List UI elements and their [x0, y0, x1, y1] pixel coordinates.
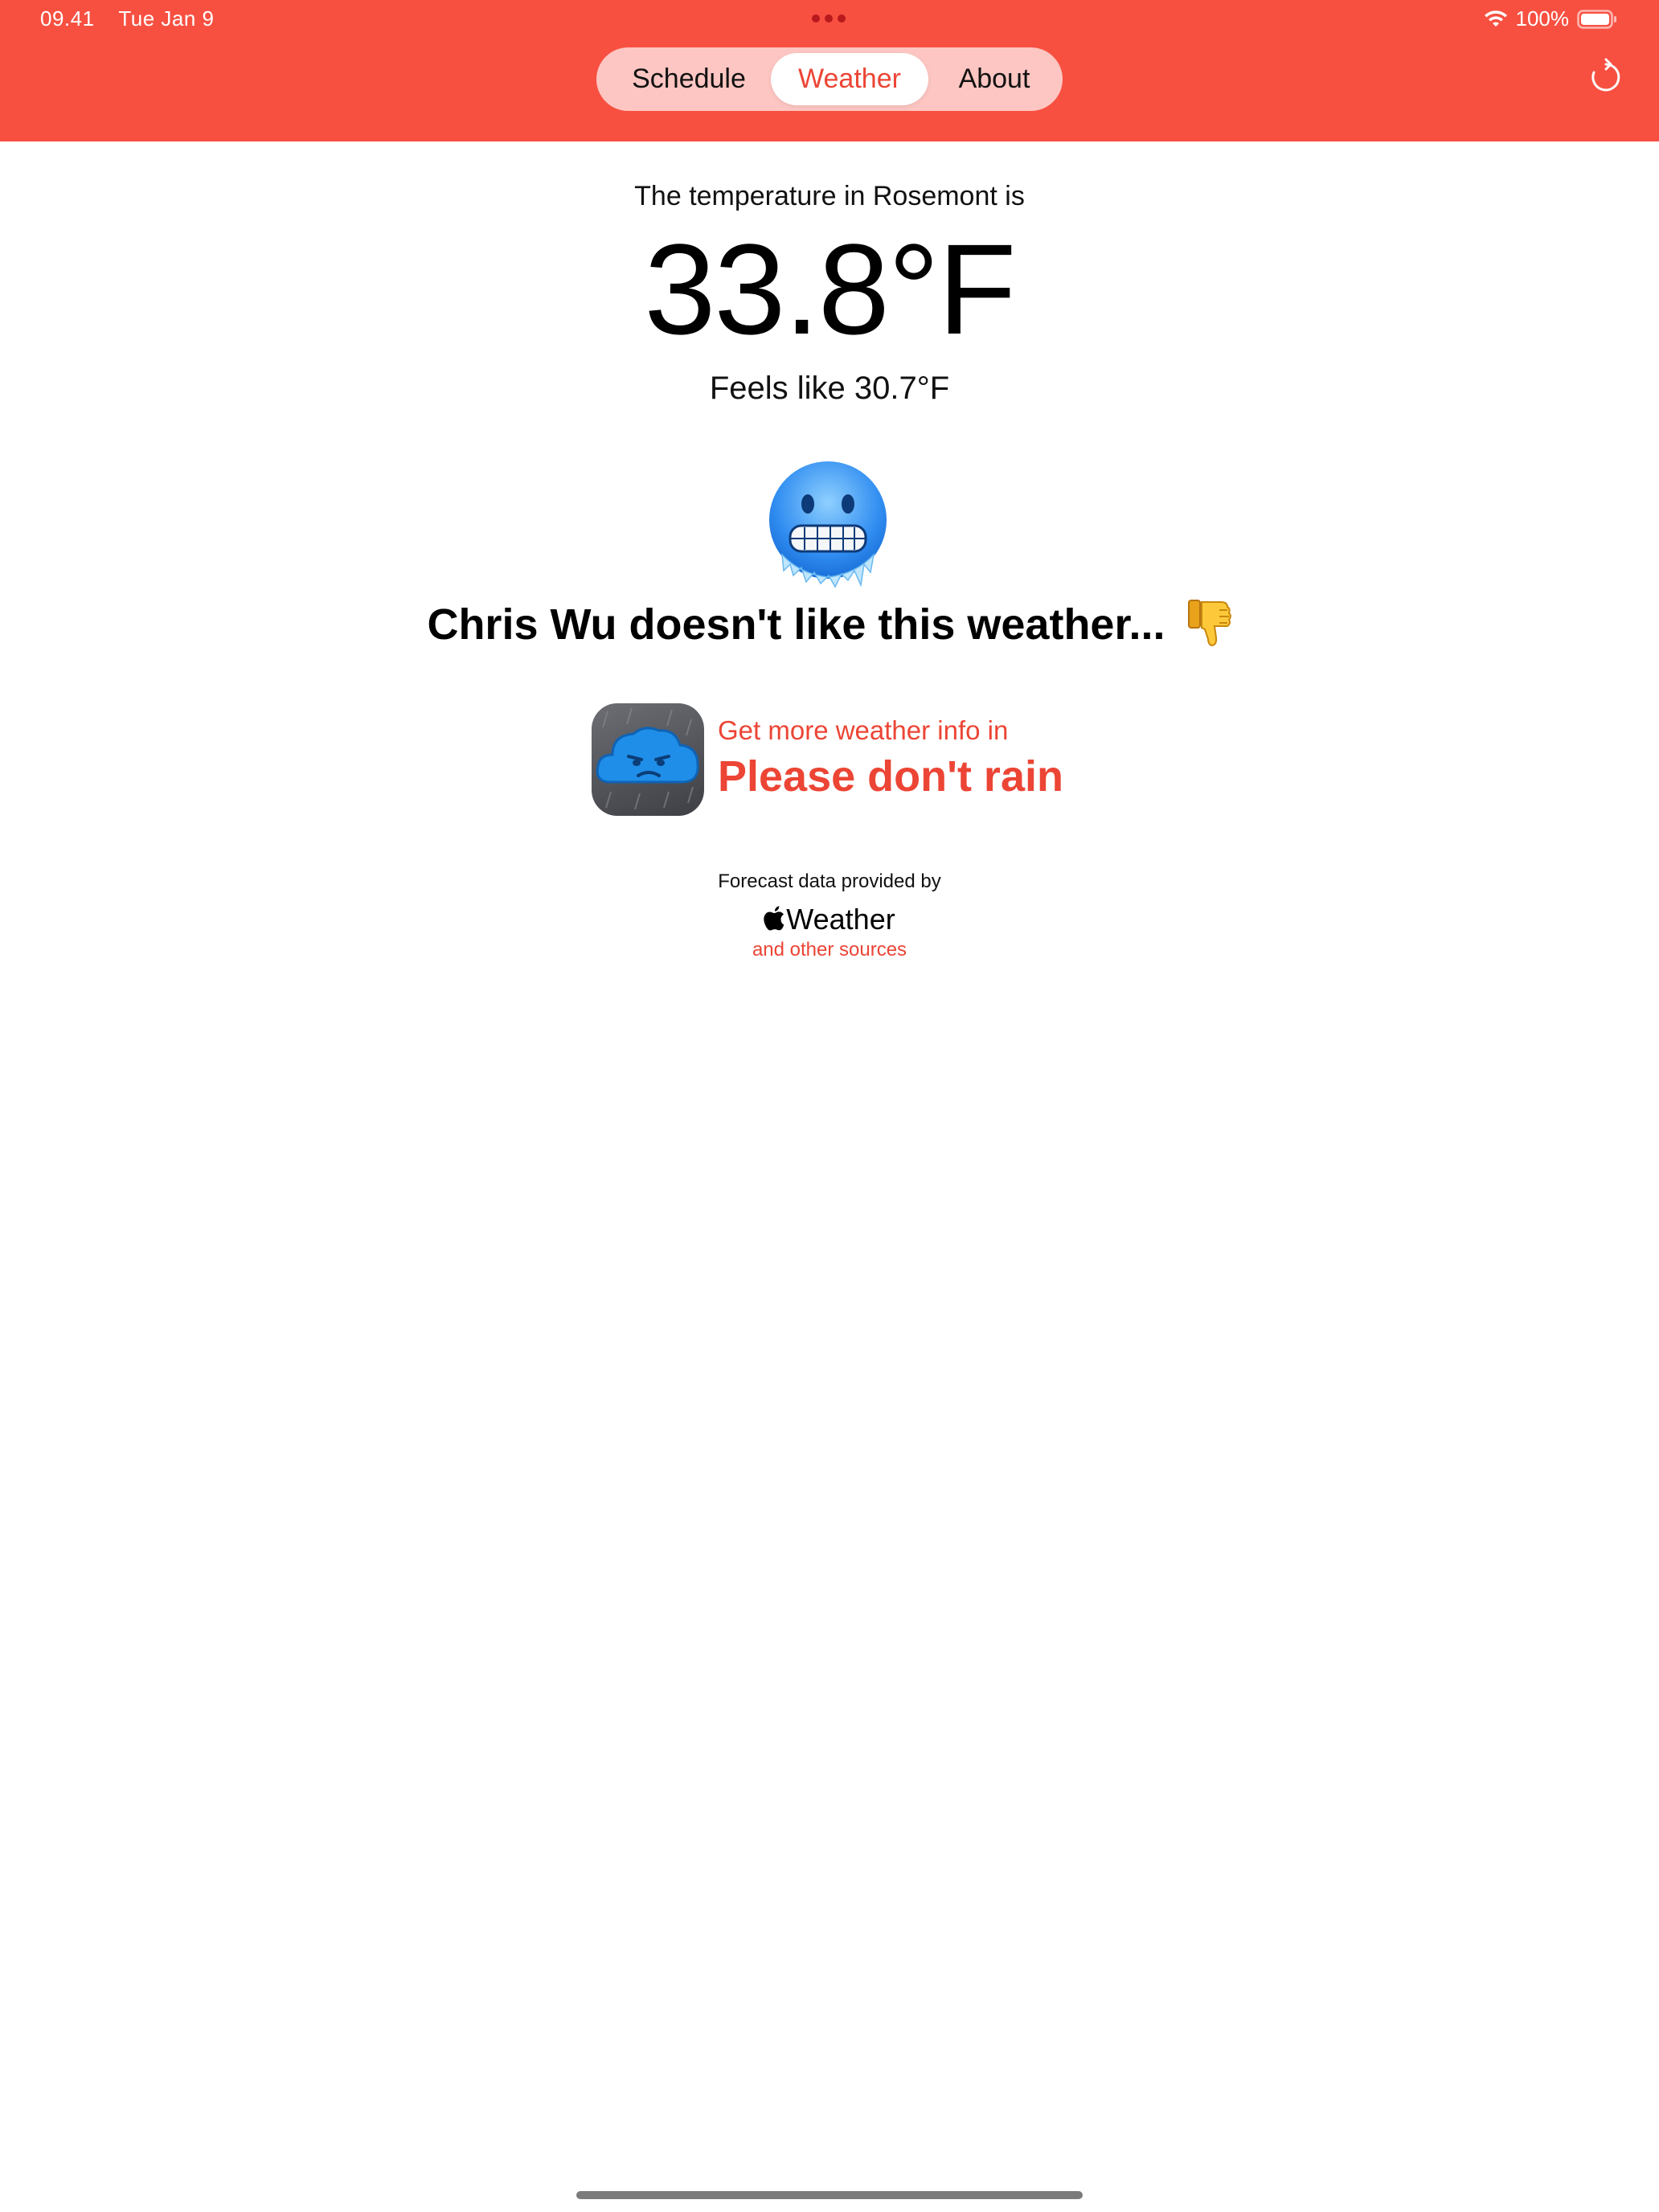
temperature-value: 33.8°F	[644, 217, 1016, 361]
status-time: 09.41	[40, 6, 95, 31]
feels-like: Feels like 30.7°F	[709, 371, 950, 406]
status-bar-left: 09.41 Tue Jan 9	[40, 6, 214, 31]
attribution-caption: Forecast data provided by	[718, 870, 941, 892]
wifi-icon	[1484, 10, 1508, 28]
battery-icon	[1577, 9, 1617, 29]
multitasking-menu-icon[interactable]	[812, 14, 846, 23]
weather-verdict: Chris Wu doesn't like this weather...	[0, 596, 1659, 653]
battery-percentage: 100%	[1515, 6, 1570, 31]
tab-about[interactable]: About	[934, 53, 1055, 105]
promo-app-name[interactable]: Please don't rain	[718, 750, 1063, 803]
cold-face-icon	[768, 460, 888, 588]
other-sources-link[interactable]: and other sources	[0, 938, 1659, 962]
navigation-bar: 09.41 Tue Jan 9 100% Schedule Weather Ab…	[0, 0, 1659, 141]
apple-logo-icon	[764, 904, 784, 931]
status-date: Tue Jan 9	[118, 6, 215, 31]
status-bar-right: 100%	[1484, 6, 1618, 31]
apple-weather-logo[interactable]: Weather	[0, 902, 1659, 937]
thumbs-down-icon	[1187, 599, 1232, 649]
section-segmented-control: Schedule Weather About	[596, 47, 1063, 111]
verdict-text: Chris Wu doesn't like this weather...	[427, 600, 1165, 649]
tab-weather[interactable]: Weather	[771, 53, 928, 105]
home-indicator[interactable]	[576, 2191, 1083, 2199]
tab-schedule[interactable]: Schedule	[612, 53, 765, 105]
promo-caption: Get more weather info in	[718, 715, 1009, 745]
please-dont-rain-app-icon[interactable]	[592, 703, 704, 816]
refresh-icon[interactable]	[1587, 58, 1625, 96]
weather-provider-name: Weather	[786, 903, 895, 936]
temperature-intro: The temperature in Rosemont is	[634, 181, 1025, 211]
